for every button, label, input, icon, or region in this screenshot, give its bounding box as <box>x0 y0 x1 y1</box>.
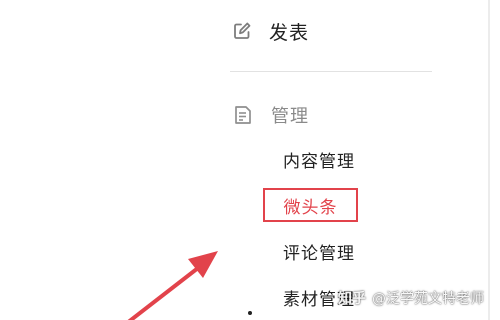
submenu-item-comment-management[interactable]: 评论管理 <box>283 239 355 264</box>
watermark: 知乎 @泛学苑文特老师 <box>338 286 484 310</box>
submenu-item-micro-headline[interactable]: 微头条 <box>263 188 358 222</box>
submenu-item-content-management[interactable]: 内容管理 <box>283 147 355 172</box>
cursor-dot <box>248 311 252 315</box>
panel-right-border <box>488 0 490 320</box>
menu-item-post[interactable]: 发表 <box>232 14 309 48</box>
watermark-text: @泛学苑文特老师 <box>372 291 484 307</box>
edit-icon <box>234 22 251 39</box>
submenu-item-micro-headline-label: 微头条 <box>283 197 338 218</box>
menu-item-post-label: 发表 <box>269 21 310 44</box>
annotation-arrow-icon <box>127 251 218 320</box>
document-list-icon <box>235 106 251 124</box>
menu-divider <box>230 71 432 72</box>
menu-section-manage: 管理 <box>234 100 309 130</box>
menu-section-manage-label: 管理 <box>271 106 309 127</box>
watermark-logo: 知乎 <box>338 291 366 307</box>
